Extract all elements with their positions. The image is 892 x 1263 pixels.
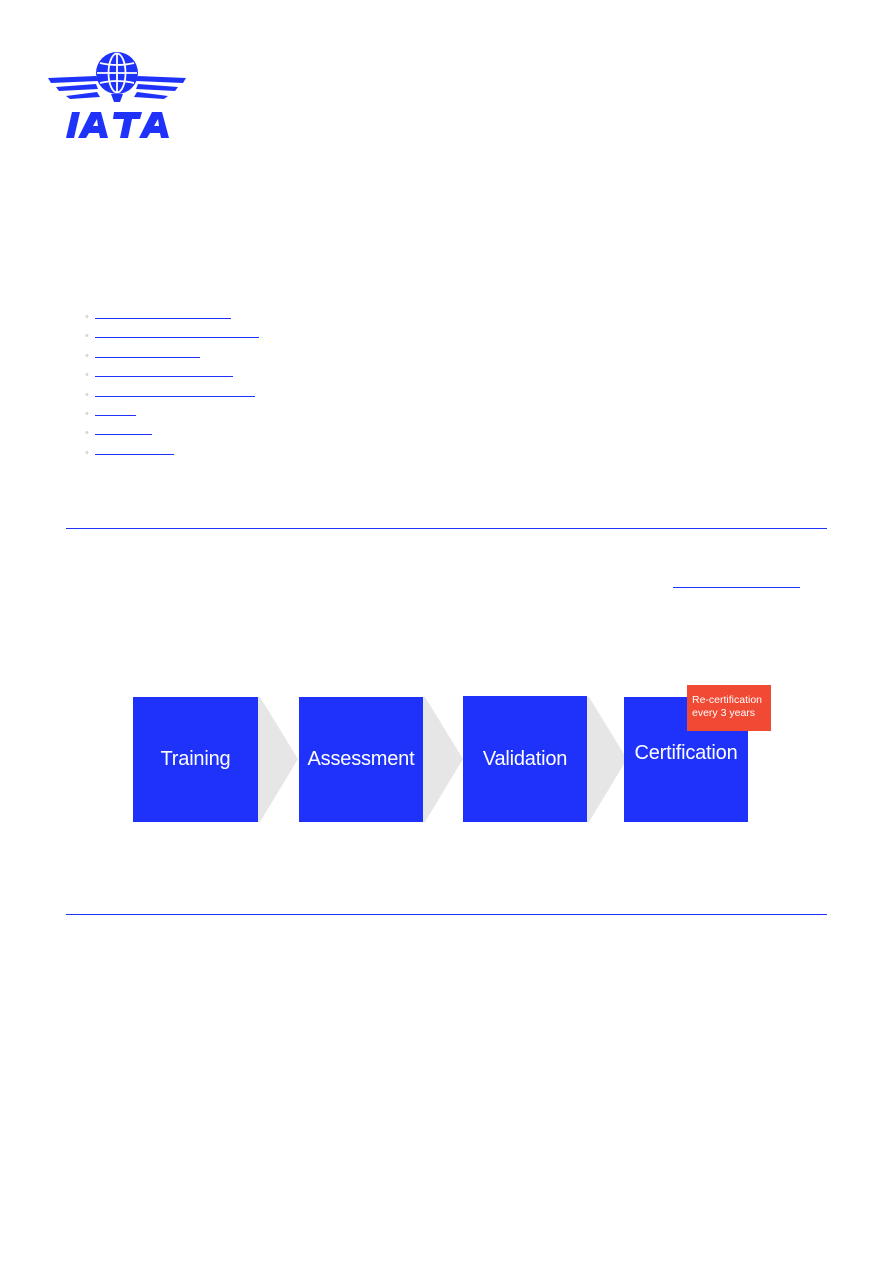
section-divider	[66, 914, 827, 915]
inline-link-underline[interactable]	[673, 587, 800, 588]
bullet-icon: •	[85, 446, 89, 459]
step-training: Training	[133, 697, 258, 822]
bullet-icon: •	[85, 349, 89, 362]
section-divider	[66, 528, 827, 529]
chevron-arrow-icon	[423, 697, 463, 822]
step-validation: Validation	[463, 696, 587, 822]
iata-wordmark	[66, 112, 169, 138]
bullet-icon: •	[85, 311, 89, 323]
recertification-badge: Re-certification every 3 years	[687, 685, 771, 731]
bullet-icon: •	[85, 388, 89, 401]
globe-icon	[96, 52, 138, 94]
step-assessment: Assessment	[299, 697, 423, 822]
toc-link-underline[interactable]	[95, 337, 259, 339]
bullet-icon: •	[85, 407, 89, 420]
toc-link-underline[interactable]	[95, 453, 174, 455]
bullet-icon: •	[85, 369, 89, 382]
toc-link-underline[interactable]	[95, 318, 231, 319]
bullet-icon: •	[85, 330, 89, 343]
toc-link-underline[interactable]	[95, 414, 136, 416]
certification-process-diagram: Training Assessment Validation Certifica…	[133, 685, 773, 825]
toc-link-underline[interactable]	[95, 376, 233, 378]
toc-link-underline[interactable]	[95, 434, 152, 436]
toc-link-underline[interactable]	[95, 356, 200, 358]
iata-logo	[48, 52, 186, 138]
toc-link-underline[interactable]	[95, 395, 255, 397]
bullet-icon: •	[85, 427, 89, 440]
chevron-arrow-icon	[258, 697, 298, 822]
